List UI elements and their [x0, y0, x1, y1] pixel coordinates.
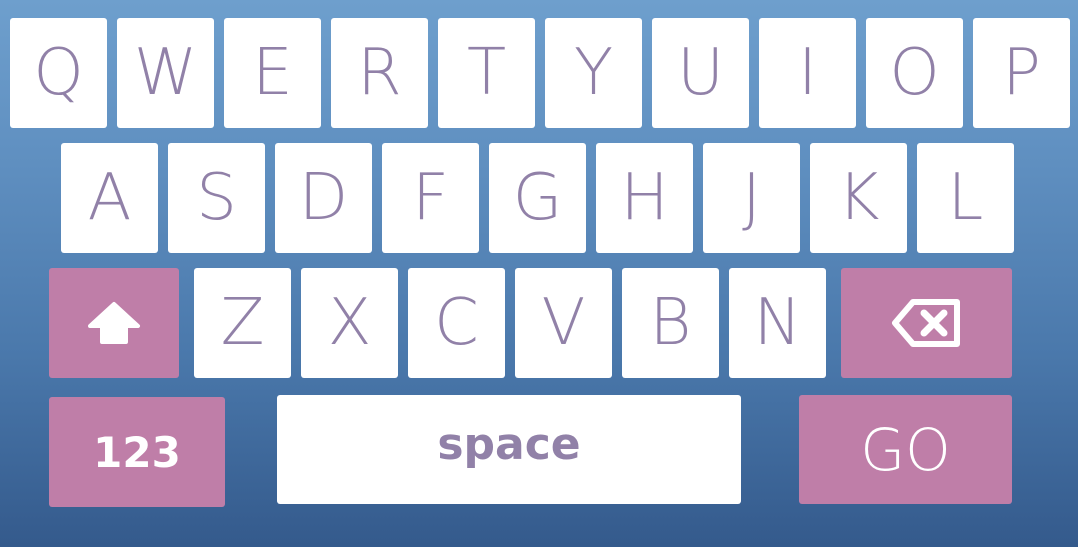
key-b[interactable]: B: [622, 268, 719, 378]
key-f[interactable]: F: [382, 143, 479, 253]
key-y[interactable]: Y: [545, 18, 642, 128]
key-i[interactable]: I: [759, 18, 856, 128]
key-n[interactable]: N: [729, 268, 826, 378]
key-l[interactable]: L: [917, 143, 1014, 253]
key-z[interactable]: Z: [194, 268, 291, 378]
key-g[interactable]: G: [489, 143, 586, 253]
key-t[interactable]: T: [438, 18, 535, 128]
key-k[interactable]: K: [810, 143, 907, 253]
key-d[interactable]: D: [275, 143, 372, 253]
shift-arrow-icon: [86, 300, 142, 346]
numbers-key[interactable]: 123: [49, 397, 225, 507]
key-v[interactable]: V: [515, 268, 612, 378]
key-c[interactable]: C: [408, 268, 505, 378]
key-j[interactable]: J: [703, 143, 800, 253]
backspace-icon: [891, 298, 963, 348]
key-r[interactable]: R: [331, 18, 428, 128]
space-key[interactable]: space: [277, 395, 741, 504]
key-s[interactable]: S: [168, 143, 265, 253]
shift-key[interactable]: [49, 268, 179, 378]
key-p[interactable]: P: [973, 18, 1070, 128]
key-a[interactable]: A: [61, 143, 158, 253]
key-o[interactable]: O: [866, 18, 963, 128]
key-u[interactable]: U: [652, 18, 749, 128]
keyboard: Q W E R T Y U I O P A S D F G H J K L Z …: [0, 0, 1078, 547]
key-e[interactable]: E: [224, 18, 321, 128]
go-key[interactable]: GO: [799, 395, 1012, 504]
key-q[interactable]: Q: [10, 18, 107, 128]
key-h[interactable]: H: [596, 143, 693, 253]
key-w[interactable]: W: [117, 18, 214, 128]
backspace-key[interactable]: [841, 268, 1012, 378]
key-x[interactable]: X: [301, 268, 398, 378]
